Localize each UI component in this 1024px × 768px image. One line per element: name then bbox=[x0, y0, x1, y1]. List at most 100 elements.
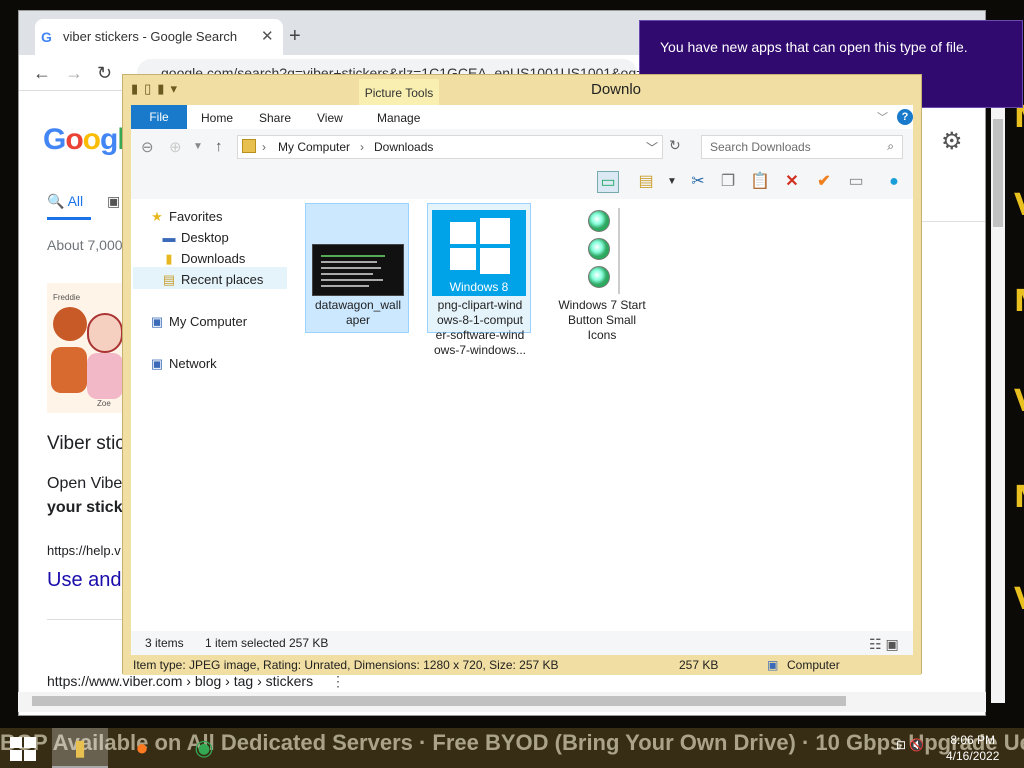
nav-desktop[interactable]: ▬ Desktop bbox=[161, 230, 229, 245]
nav-label: Desktop bbox=[181, 230, 229, 245]
breadcrumb-separator: › bbox=[360, 140, 364, 154]
file-explorer-icon[interactable]: ▮ bbox=[52, 728, 108, 768]
firefox-icon[interactable]: ● bbox=[114, 728, 170, 768]
window-title: Downlo bbox=[591, 81, 642, 98]
content-area: ★ Favorites ▬ Desktop ▮ Downloads ▤ Recent p… bbox=[131, 199, 913, 631]
forward-icon[interactable]: → bbox=[65, 63, 83, 84]
result-url[interactable]: https://help.v bbox=[47, 543, 121, 558]
contextual-tab-label: Picture Tools bbox=[359, 79, 439, 105]
delete-icon[interactable]: ✕ bbox=[781, 171, 803, 193]
tab-share[interactable]: Share bbox=[259, 111, 291, 125]
address-row: ⊖ ⊕ ▼ ↑ › My Computer › Downloads ﹀ ↻ Se… bbox=[131, 129, 913, 165]
clock[interactable]: 8:06 PM 4/16/2022 bbox=[946, 732, 999, 764]
nav-label: My Computer bbox=[169, 314, 248, 329]
refresh-icon[interactable]: ↻ bbox=[669, 137, 681, 154]
reload-icon[interactable]: ↻ bbox=[97, 63, 112, 84]
close-icon[interactable]: ✕ bbox=[261, 27, 274, 45]
nav-network[interactable]: ▣ Network bbox=[149, 356, 217, 372]
check-icon[interactable]: ✔ bbox=[813, 171, 835, 193]
file-thumbnail bbox=[312, 244, 404, 296]
search-icon: ⌕ bbox=[887, 139, 894, 153]
cut-icon[interactable]: ✂ bbox=[687, 171, 709, 193]
time: 8:06 PM bbox=[950, 733, 996, 747]
file-label: Windows 7 Start Button Small Icons bbox=[558, 298, 646, 342]
tab-file[interactable]: File bbox=[131, 105, 187, 129]
system-tray-icons[interactable]: ⊡ 🔇 bbox=[896, 738, 924, 752]
details-bar: Item type: JPEG image, Rating: Unrated, … bbox=[123, 655, 921, 675]
file-thumbnail: Windows 8 bbox=[432, 210, 526, 296]
browser-tab[interactable]: G viber stickers - Google Search ✕ bbox=[35, 19, 283, 55]
back-icon[interactable]: ← bbox=[33, 63, 51, 84]
chevron-down-icon[interactable]: ﹀ bbox=[877, 109, 888, 125]
ribbon-tabs: File Home Share View Manage ﹀ ? bbox=[131, 105, 913, 129]
chrome-icon[interactable]: ◉ bbox=[176, 728, 232, 768]
preview-pane-icon[interactable]: ▭ bbox=[597, 171, 619, 193]
tab-view[interactable]: View bbox=[317, 111, 343, 125]
tab-manage[interactable]: Manage bbox=[377, 111, 420, 125]
computer-icon: ▣ bbox=[767, 658, 779, 672]
file-item[interactable]: datawagon_wall aper bbox=[305, 203, 409, 333]
address-field[interactable]: › My Computer › Downloads ﹀ bbox=[237, 135, 663, 159]
star-icon: ★ bbox=[151, 209, 163, 224]
chevron-down-icon[interactable]: ▼ bbox=[661, 171, 683, 193]
nav-favorites[interactable]: ★ Favorites bbox=[149, 209, 222, 225]
file-explorer-window: ▮▯▮▾ Picture Tools Downlo File Home Shar… bbox=[122, 74, 922, 675]
nav-recent-places[interactable]: ▤ Recent places bbox=[161, 272, 264, 288]
windows-orb-icon bbox=[588, 210, 610, 232]
result-stats: About 7,000 bbox=[47, 237, 123, 253]
scrollbar-thumb[interactable] bbox=[32, 696, 846, 706]
file-item[interactable]: Windows 7 Start Button Small Icons bbox=[549, 203, 653, 342]
command-bar: ▭ ▤ ▼ ✂ ❐ 📋 ✕ ✔ ▭ ● bbox=[131, 165, 913, 199]
result-link[interactable]: Use and bbox=[47, 569, 122, 592]
file-thumbnail bbox=[580, 208, 620, 294]
quick-access-toolbar[interactable]: ▮▯▮▾ bbox=[131, 81, 183, 97]
windows-orb-icon bbox=[588, 238, 610, 260]
chevron-down-icon[interactable]: ▼ bbox=[193, 141, 203, 152]
copy-icon[interactable]: ❐ bbox=[717, 171, 739, 193]
back-icon[interactable]: ⊖ bbox=[141, 138, 154, 156]
google-icon: G bbox=[41, 29, 52, 45]
search-input[interactable]: Search Downloads ⌕ bbox=[701, 135, 903, 159]
nav-my-computer[interactable]: ▣ My Computer bbox=[149, 314, 247, 330]
scrollbar-thumb[interactable] bbox=[993, 119, 1003, 227]
images-icon[interactable]: ▣ bbox=[107, 193, 120, 210]
windows-start-icon[interactable] bbox=[8, 736, 38, 762]
chevron-down-icon[interactable]: ﹀ bbox=[646, 139, 658, 156]
windows-orb-icon bbox=[588, 266, 610, 288]
status-selected: 1 item selected bbox=[205, 636, 286, 650]
recent-places-icon: ▤ bbox=[162, 272, 176, 287]
file-item[interactable]: Windows 8 png-clipart-wind ows-8-1-compu… bbox=[427, 203, 531, 357]
nav-label: Recent places bbox=[181, 272, 264, 287]
gear-icon[interactable]: ⚙ bbox=[941, 127, 963, 156]
tab-home[interactable]: Home bbox=[201, 111, 233, 125]
thumb-name: Freddie bbox=[53, 293, 81, 302]
sticker-thumbnail[interactable]: Freddie Zoe bbox=[47, 283, 127, 413]
google-logo[interactable]: Googl bbox=[43, 123, 126, 157]
result-url[interactable]: https://www.viber.com › blog › tag › sti… bbox=[47, 673, 313, 689]
view-toggle-icons[interactable]: ☷ ▣ bbox=[869, 636, 899, 653]
more-options-icon[interactable]: ⋮ bbox=[331, 673, 345, 690]
breadcrumb-item[interactable]: My Computer bbox=[278, 140, 350, 154]
globe-icon[interactable]: ● bbox=[883, 171, 905, 193]
title-bar: ▮▯▮▾ Picture Tools Downlo bbox=[123, 75, 921, 105]
horizontal-scrollbar[interactable] bbox=[18, 692, 986, 712]
nav-downloads[interactable]: ▮ Downloads bbox=[161, 251, 245, 267]
result-title[interactable]: Viber stic bbox=[47, 433, 125, 455]
network-icon: ▣ bbox=[150, 356, 164, 371]
forward-icon[interactable]: ⊕ bbox=[169, 138, 182, 156]
nav-label: Network bbox=[169, 356, 217, 371]
status-item-count: 3 items bbox=[145, 636, 184, 650]
help-icon[interactable]: ? bbox=[897, 109, 913, 125]
vertical-scrollbar[interactable] bbox=[991, 107, 1005, 703]
up-icon[interactable]: ↑ bbox=[215, 138, 223, 155]
plus-icon[interactable]: + bbox=[289, 25, 301, 48]
search-placeholder: Search Downloads bbox=[710, 140, 811, 154]
tab-all[interactable]: 🔍 All bbox=[47, 193, 83, 210]
desktop-icon: ▬ bbox=[162, 230, 176, 245]
folder-icon: ▮ bbox=[165, 251, 173, 266]
folder-options-icon[interactable]: ▤ bbox=[635, 171, 657, 193]
details-location: Computer bbox=[787, 658, 840, 672]
rename-icon[interactable]: ▭ bbox=[845, 171, 867, 193]
breadcrumb-item[interactable]: Downloads bbox=[374, 140, 433, 154]
paste-icon[interactable]: 📋 bbox=[749, 171, 771, 193]
